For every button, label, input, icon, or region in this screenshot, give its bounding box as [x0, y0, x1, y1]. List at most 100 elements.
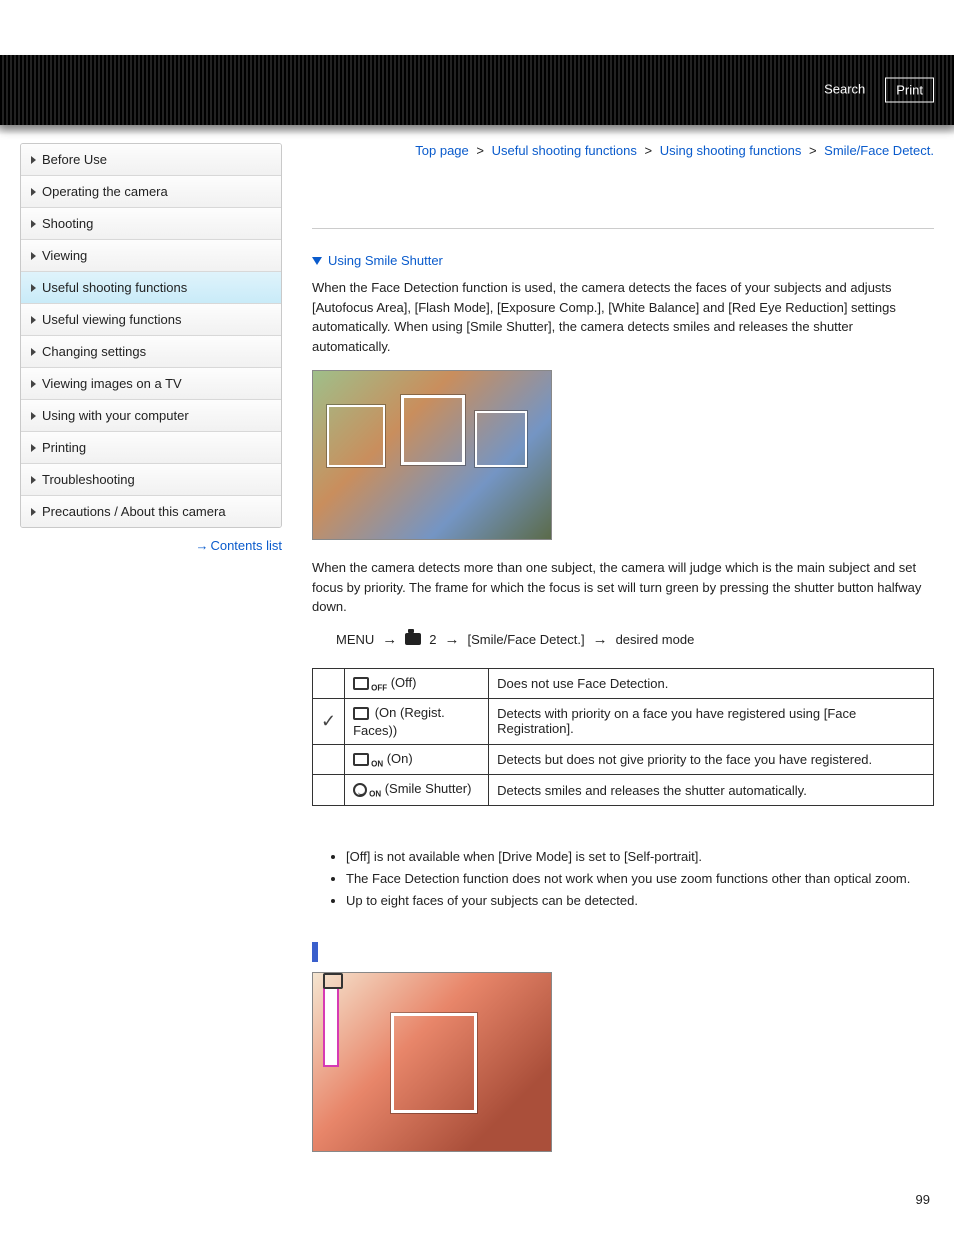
sidebar-item-label: Using with your computer: [42, 408, 189, 423]
check-cell: [313, 668, 345, 699]
menu-item: [Smile/Face Detect.]: [468, 632, 585, 647]
sidebar-item[interactable]: Changing settings: [21, 336, 281, 368]
sample-image-smile-shutter: [312, 972, 552, 1152]
breadcrumb-separator: >: [473, 143, 488, 158]
sidebar-item[interactable]: Operating the camera: [21, 176, 281, 208]
sidebar-item[interactable]: Viewing: [21, 240, 281, 272]
chevron-right-icon: [31, 444, 36, 452]
sidebar-item-label: Useful shooting functions: [42, 280, 187, 295]
menu-end: desired mode: [616, 632, 695, 647]
sidebar-item[interactable]: Useful shooting functions: [21, 272, 281, 304]
breadcrumb-link[interactable]: Top page: [415, 143, 469, 158]
face-frame-icon: [475, 411, 527, 467]
face-detect-icon: [353, 753, 369, 766]
sidebar-item[interactable]: Using with your computer: [21, 400, 281, 432]
arrow-right-icon: →: [195, 538, 208, 553]
face-detect-icon: [353, 677, 369, 690]
face-detect-icon: [353, 707, 369, 720]
face-frame-icon: [401, 395, 465, 465]
sidebar-item-label: Viewing: [42, 248, 87, 263]
sidebar-item-label: Precautions / About this camera: [42, 504, 226, 519]
anchor-smile-shutter[interactable]: Using Smile Shutter: [312, 253, 934, 268]
icon-subscript: ON: [369, 790, 381, 799]
chevron-right-icon: [31, 220, 36, 228]
mode-desc-cell: Detects but does not give priority to th…: [489, 744, 934, 775]
face-frame-icon: [327, 405, 385, 467]
mode-name: (On): [383, 751, 413, 766]
sidebar-item[interactable]: Useful viewing functions: [21, 304, 281, 336]
breadcrumb-separator: >: [641, 143, 656, 158]
note-item: [Off] is not available when [Drive Mode]…: [346, 846, 934, 868]
sidebar-item-label: Useful viewing functions: [42, 312, 181, 327]
check-cell: [313, 775, 345, 806]
sidebar-item[interactable]: Printing: [21, 432, 281, 464]
breadcrumb-link[interactable]: Useful shooting functions: [492, 143, 637, 158]
note-item: The Face Detection function does not wor…: [346, 868, 934, 890]
breadcrumb: Top page > Useful shooting functions > U…: [312, 143, 934, 158]
sidebar-item-label: Viewing images on a TV: [42, 376, 182, 391]
divider: [312, 228, 934, 229]
sidebar-item-label: Printing: [42, 440, 86, 455]
breadcrumb-link[interactable]: Using shooting functions: [660, 143, 802, 158]
anchor-link-label: Using Smile Shutter: [328, 253, 443, 268]
mode-name-cell: (On (Regist. Faces)): [345, 699, 489, 745]
mode-desc-cell: Does not use Face Detection.: [489, 668, 934, 699]
mode-name-cell: ON (Smile Shutter): [345, 775, 489, 806]
camera-icon: [405, 633, 421, 645]
chevron-right-icon: [31, 412, 36, 420]
check-cell: ✓: [313, 699, 345, 745]
arrow-right-icon: →: [445, 631, 460, 648]
sidebar-item-label: Troubleshooting: [42, 472, 135, 487]
menu-label: MENU: [336, 632, 374, 647]
smile-face-icon: [353, 783, 367, 797]
sidebar-item-label: Shooting: [42, 216, 93, 231]
sidebar-item[interactable]: Troubleshooting: [21, 464, 281, 496]
arrow-right-icon: →: [593, 631, 608, 648]
smile-indicator-icon: [323, 987, 339, 1067]
icon-subscript: ON: [371, 759, 383, 768]
breadcrumb-link[interactable]: Smile/Face Detect.: [824, 143, 934, 158]
check-icon: ✓: [321, 711, 336, 731]
face-frame-icon: [391, 1013, 477, 1113]
chevron-right-icon: [31, 188, 36, 196]
chevron-right-icon: [31, 508, 36, 516]
chevron-right-icon: [31, 284, 36, 292]
notes-list: [Off] is not available when [Drive Mode]…: [312, 846, 934, 912]
triangle-down-icon: [312, 257, 322, 265]
menu-tab-num: 2: [429, 632, 436, 647]
page-number: 99: [312, 1192, 934, 1207]
sidebar-nav: Before Use Operating the camera Shooting Vi…: [20, 143, 282, 528]
header-band: Search Print: [0, 55, 954, 125]
sample-image-face-detect: [312, 370, 552, 540]
contents-list-link[interactable]: Contents list: [210, 538, 282, 553]
search-button[interactable]: Search: [814, 78, 875, 103]
mode-name: (Smile Shutter): [381, 781, 471, 796]
chevron-right-icon: [31, 348, 36, 356]
chevron-right-icon: [31, 252, 36, 260]
sidebar-item[interactable]: Viewing images on a TV: [21, 368, 281, 400]
sidebar-item[interactable]: Shooting: [21, 208, 281, 240]
sidebar-item-label: Changing settings: [42, 344, 146, 359]
arrow-right-icon: →: [382, 631, 397, 648]
table-row: ON (On)Detects but does not give priorit…: [313, 744, 934, 775]
chevron-right-icon: [31, 316, 36, 324]
print-button[interactable]: Print: [885, 78, 934, 103]
sidebar-item[interactable]: Before Use: [21, 144, 281, 176]
sidebar-item[interactable]: Precautions / About this camera: [21, 496, 281, 527]
chevron-right-icon: [31, 156, 36, 164]
mode-desc-cell: Detects smiles and releases the shutter …: [489, 775, 934, 806]
priority-paragraph: When the camera detects more than one su…: [312, 558, 934, 617]
sidebar-item-label: Operating the camera: [42, 184, 168, 199]
section-marker: [312, 942, 318, 962]
table-row: OFF (Off)Does not use Face Detection.: [313, 668, 934, 699]
mode-name-cell: OFF (Off): [345, 668, 489, 699]
note-item: Up to eight faces of your subjects can b…: [346, 890, 934, 912]
icon-subscript: OFF: [371, 683, 387, 692]
chevron-right-icon: [31, 380, 36, 388]
table-row: ✓ (On (Regist. Faces))Detects with prior…: [313, 699, 934, 745]
mode-desc-cell: Detects with priority on a face you have…: [489, 699, 934, 745]
modes-table: OFF (Off)Does not use Face Detection.✓ (…: [312, 668, 934, 806]
chevron-right-icon: [31, 476, 36, 484]
mode-name-cell: ON (On): [345, 744, 489, 775]
table-row: ON (Smile Shutter)Detects smiles and rel…: [313, 775, 934, 806]
